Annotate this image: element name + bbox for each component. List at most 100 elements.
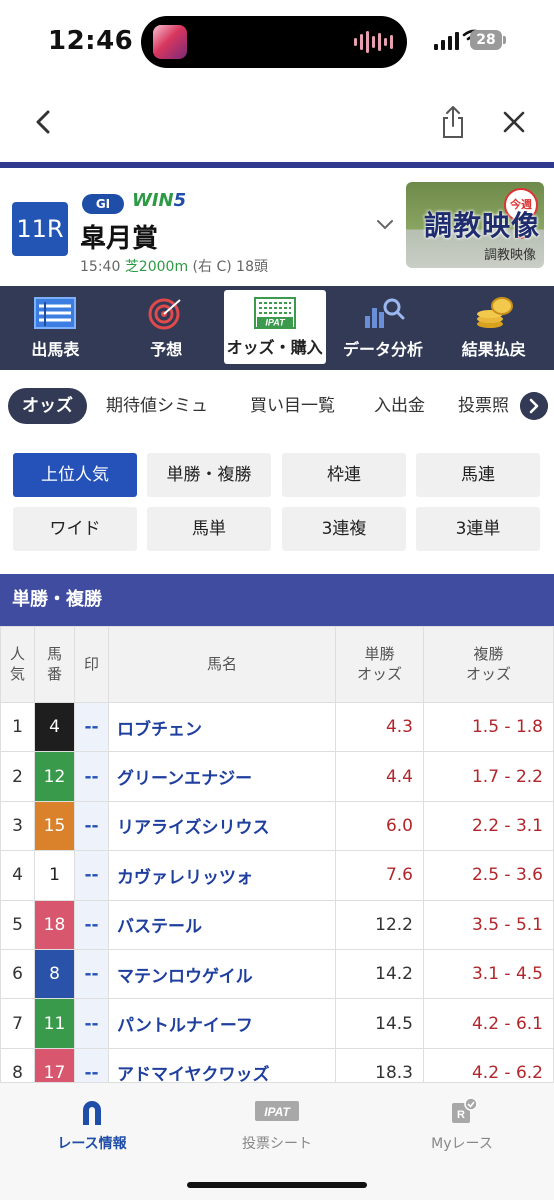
- header-popularity-2: 気: [9, 664, 25, 683]
- back-icon[interactable]: [28, 104, 58, 140]
- table-header-row: 人気 馬番 印 馬名 単勝 オッズ 複勝 オッズ: [0, 626, 554, 703]
- odds-btn-trio[interactable]: 3連複: [282, 507, 406, 551]
- horse-number-cell: 4: [34, 701, 75, 753]
- tab-my-race[interactable]: R Myレース: [370, 1093, 554, 1157]
- chevron-down-icon[interactable]: [376, 218, 394, 232]
- odds-btn-quinella[interactable]: 馬連: [416, 453, 540, 497]
- grade-badge: GI: [82, 194, 124, 214]
- my-race-icon-text: R: [457, 1109, 465, 1121]
- audio-wave-icon: [354, 30, 393, 54]
- target-icon: [148, 298, 181, 330]
- video-banner-title: 調教映像: [424, 209, 541, 242]
- header-win-odds-2: オッズ: [356, 664, 402, 683]
- race-time: 15:40: [80, 259, 121, 275]
- table-row[interactable]: 3 15 -- リアライズシリウス 6.0 2.2 - 3.1: [0, 800, 554, 852]
- win-odds-cell: 14.5: [335, 998, 424, 1049]
- header-win-odds: 単勝 オッズ: [335, 626, 424, 703]
- close-icon[interactable]: [500, 108, 528, 136]
- odds-btn-bracket[interactable]: 枠連: [282, 453, 406, 497]
- odds-table: 人気 馬番 印 馬名 単勝 オッズ 複勝 オッズ 1 4 -- ロブチェン 4.3 1.5 -…: [0, 626, 554, 1099]
- status-time: 12:46: [48, 26, 134, 56]
- subtab-deposit[interactable]: 入出金: [374, 388, 425, 424]
- ipat-icon: IPAT: [253, 297, 296, 329]
- my-race-icon: R: [452, 1097, 478, 1123]
- chevron-right-icon[interactable]: [520, 392, 548, 420]
- mark-cell[interactable]: --: [74, 899, 109, 950]
- cat-label: 結果払戻: [461, 340, 526, 359]
- home-indicator: [187, 1182, 367, 1188]
- cat-entry-table[interactable]: 出馬表: [0, 286, 111, 370]
- horse-name-link[interactable]: マテンロウゲイル: [108, 948, 336, 1000]
- header-horse-number-2: 番: [46, 664, 62, 683]
- race-meta: 15:40 芝2000m (右 C) 18頭: [80, 256, 268, 276]
- win-odds-cell: 4.3: [335, 701, 424, 753]
- race-surface: 芝2000m: [124, 259, 189, 275]
- table-row[interactable]: 5 18 -- バステール 12.2 3.5 - 5.1: [0, 899, 554, 950]
- cat-label: 予想: [150, 340, 183, 359]
- win-odds-cell: 7.6: [335, 850, 424, 901]
- table-row[interactable]: 1 4 -- ロブチェン 4.3 1.5 - 1.8: [0, 701, 554, 753]
- table-row[interactable]: 7 11 -- パントルナイーフ 14.5 4.2 - 6.1: [0, 998, 554, 1049]
- horse-number-cell: 1: [34, 850, 75, 901]
- horse-name-link[interactable]: パントルナイーフ: [108, 998, 336, 1049]
- mark-cell[interactable]: --: [74, 751, 109, 802]
- status-bar: 12:46 28: [0, 0, 554, 84]
- header-horse-name: 馬名: [108, 626, 336, 703]
- cat-prediction[interactable]: 予想: [111, 286, 222, 370]
- mark-cell[interactable]: --: [74, 800, 109, 852]
- race-course: (右 C): [192, 259, 232, 275]
- tab-race-info[interactable]: レース情報: [0, 1093, 184, 1157]
- race-name: 皐月賞: [80, 224, 159, 254]
- mark-cell[interactable]: --: [74, 948, 109, 1000]
- ipat-sheet-icon: IPAT: [255, 1101, 299, 1121]
- cat-label: データ分析: [342, 340, 423, 359]
- cat-results-payout[interactable]: 結果払戻: [438, 286, 549, 370]
- horse-name-link[interactable]: ロブチェン: [108, 701, 336, 753]
- odds-btn-top-popular[interactable]: 上位人気: [13, 453, 137, 497]
- odds-btn-win-place[interactable]: 単勝・複勝: [147, 453, 271, 497]
- tab-label: Myレース: [431, 1136, 493, 1152]
- tab-vote-sheet[interactable]: IPAT 投票シート: [185, 1093, 369, 1157]
- cat-odds-purchase[interactable]: IPAT オッズ・購入: [223, 290, 326, 364]
- section-title: 単勝・複勝: [0, 574, 554, 626]
- odds-btn-trifecta[interactable]: 3連単: [416, 507, 540, 551]
- tab-label: レース情報: [57, 1136, 127, 1152]
- mark-cell[interactable]: --: [74, 701, 109, 753]
- popularity-cell: 7: [0, 998, 35, 1049]
- training-video-banner[interactable]: 今週の 調教映像 調教映像: [406, 182, 544, 268]
- place-odds-cell: 1.5 - 1.8: [423, 701, 554, 753]
- subtab-ev-sim[interactable]: 期待値シミュ: [106, 388, 208, 424]
- popularity-cell: 5: [0, 899, 35, 950]
- cellular-signal-icon: [434, 32, 459, 50]
- horseshoe-icon: [83, 1101, 101, 1125]
- popularity-cell: 3: [0, 800, 35, 852]
- horse-name-link[interactable]: バステール: [108, 899, 336, 950]
- horse-name-link[interactable]: カヴァレリッツォ: [108, 850, 336, 901]
- race-runners: 18頭: [236, 259, 268, 275]
- cat-label: 出馬表: [31, 340, 80, 359]
- subtab-odds[interactable]: オッズ: [8, 388, 87, 424]
- mark-cell[interactable]: --: [74, 850, 109, 901]
- battery-tip: [503, 36, 506, 44]
- table-row[interactable]: 2 12 -- グリーンエナジー 4.4 1.7 - 2.2: [0, 751, 554, 802]
- odds-btn-exacta[interactable]: 馬単: [147, 507, 271, 551]
- header-mark: 印: [74, 626, 109, 703]
- cat-data-analysis[interactable]: データ分析: [328, 286, 439, 370]
- horse-number-cell: 15: [34, 800, 75, 852]
- subtab-bet-list[interactable]: 買い目一覧: [250, 388, 335, 424]
- win5-text: WIN: [132, 190, 174, 211]
- horse-name-link[interactable]: リアライズシリウス: [108, 800, 336, 852]
- place-odds-cell: 3.5 - 5.1: [423, 899, 554, 950]
- table-row[interactable]: 4 1 -- カヴァレリッツォ 7.6 2.5 - 3.6: [0, 850, 554, 901]
- header-place-odds-2: オッズ: [465, 664, 511, 683]
- tab-label: 投票シート: [242, 1136, 312, 1152]
- table-row[interactable]: 6 8 -- マテンロウゲイル 14.2 3.1 - 4.5: [0, 948, 554, 1000]
- odds-btn-wide[interactable]: ワイド: [13, 507, 137, 551]
- horse-number-cell: 8: [34, 948, 75, 1000]
- mark-cell[interactable]: --: [74, 998, 109, 1049]
- share-icon[interactable]: [438, 104, 468, 140]
- popularity-cell: 1: [0, 701, 35, 753]
- header-popularity: 人気: [0, 626, 35, 703]
- horse-name-link[interactable]: グリーンエナジー: [108, 751, 336, 802]
- subtab-vote-check[interactable]: 投票照: [458, 388, 518, 424]
